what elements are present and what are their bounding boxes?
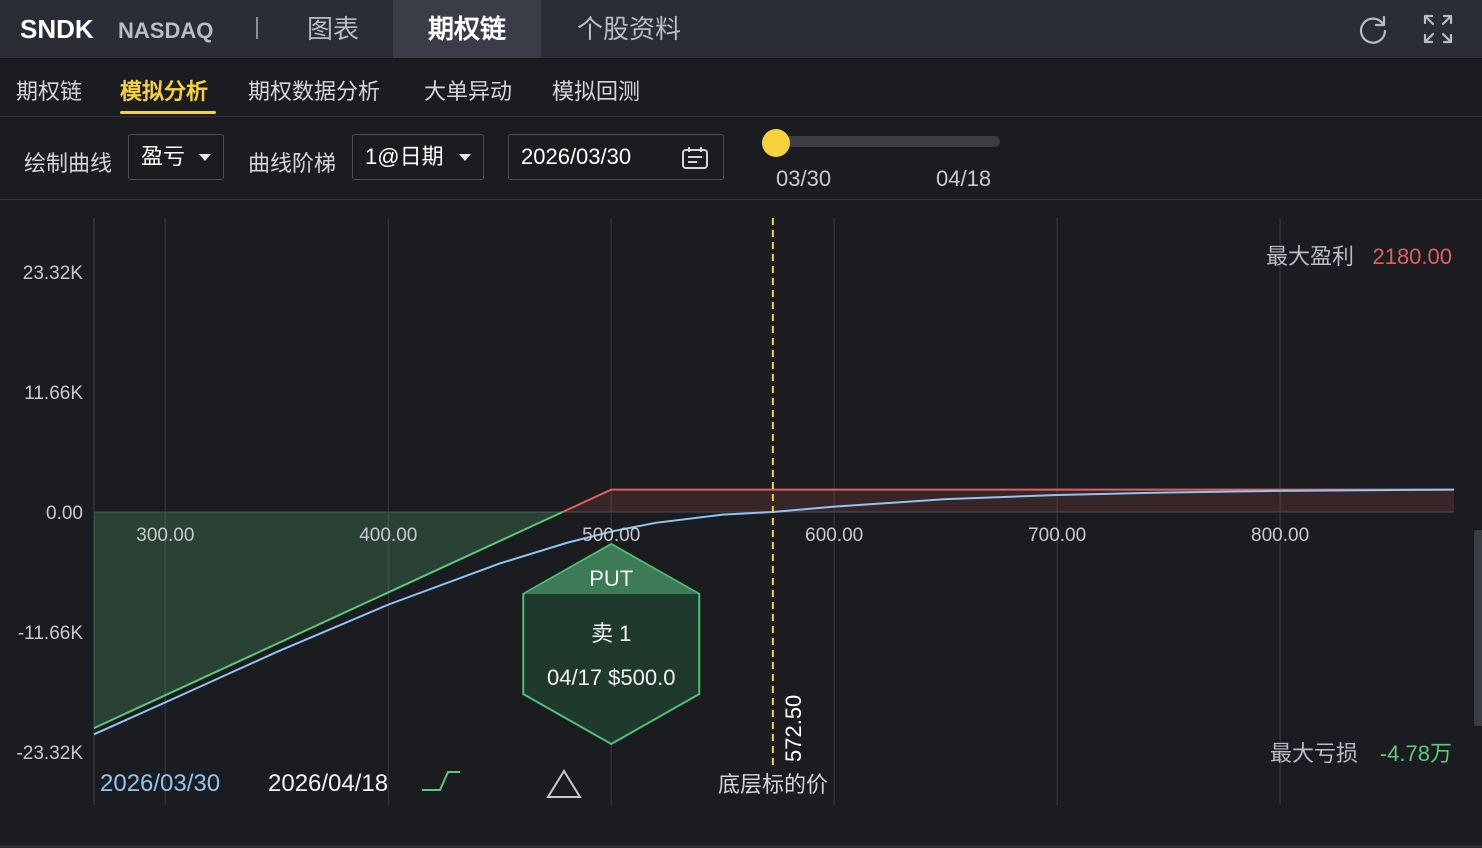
slider-end-label: 04/18	[936, 166, 992, 191]
y-tick-label: -11.66K	[18, 623, 83, 644]
tab-chart[interactable]: 图表	[278, 0, 388, 58]
controls-row: 绘制曲线 盈亏 曲线阶梯 1@日期 2026/03/30 03/30 04/18	[0, 117, 1482, 200]
curve-select[interactable]: 盈亏	[128, 134, 224, 180]
refresh-icon[interactable]	[1356, 12, 1390, 46]
max-profit-label: 最大盈利	[1266, 244, 1354, 269]
y-tick-label: 11.66K	[24, 383, 83, 404]
payoff-chart[interactable]: 300.00 400.00 500.00 600.00 700.00 800.0023.3…	[0, 200, 1482, 845]
tab-option-chain[interactable]: 期权链	[393, 0, 541, 58]
date-picker[interactable]: 2026/03/30	[508, 134, 724, 180]
current-price-label: 572.50	[781, 695, 806, 762]
chevron-down-icon	[199, 154, 211, 161]
x-tick-label: 600.00	[805, 525, 863, 546]
max-loss-label: 最大亏损	[1270, 741, 1358, 766]
date-picker-value: 2026/03/30	[521, 144, 632, 169]
slider-start-label: 03/30	[776, 166, 832, 191]
put-marker-detail: 04/17 $500.0	[547, 665, 675, 690]
step-label: 曲线阶梯	[248, 151, 337, 176]
curve-label: 绘制曲线	[24, 151, 113, 176]
exchange-name: NASDAQ	[118, 18, 214, 43]
put-marker-action: 卖 1	[591, 621, 631, 646]
chevron-down-icon	[459, 154, 471, 161]
subtab-option-chain[interactable]: 期权链	[16, 74, 82, 106]
subtab-simulation[interactable]: 模拟分析	[120, 74, 208, 106]
max-profit-value: 2180.00	[1372, 244, 1452, 269]
y-tick-label: 0.00	[46, 503, 83, 524]
x-tick-label: 700.00	[1028, 525, 1086, 546]
subtab-block-trades[interactable]: 大单异动	[424, 74, 512, 106]
date-slider-track[interactable]	[776, 136, 1000, 147]
expand-icon[interactable]	[1421, 12, 1455, 46]
calendar-icon[interactable]	[681, 146, 709, 170]
x-tick-label: 800.00	[1251, 525, 1309, 546]
profit-area	[562, 489, 1454, 512]
triangle-icon[interactable]	[546, 769, 582, 798]
step-select[interactable]: 1@日期	[352, 134, 484, 180]
x-axis-title: 底层标的价	[718, 772, 828, 797]
active-tab-indicator	[120, 111, 216, 114]
panel-resize-handle[interactable]	[1474, 530, 1482, 726]
sub-navigation: 期权链 模拟分析 期权数据分析 大单异动 模拟回测	[0, 58, 1482, 117]
put-position-marker[interactable]: PUT 卖 1 04/17 $500.0	[522, 542, 701, 746]
legend-expiry-swatch	[422, 771, 460, 791]
x-tick-label: 400.00	[359, 525, 417, 546]
loss-area-extended	[94, 512, 563, 802]
max-loss-value: -4.78万	[1380, 741, 1452, 766]
y-tick-label: -23.32K	[16, 743, 83, 764]
x-tick-label: 300.00	[136, 525, 194, 546]
curve-select-value: 盈亏	[141, 144, 186, 169]
legend-series-expiry[interactable]: 2026/04/18	[268, 770, 388, 797]
legend-series-current[interactable]: 2026/03/30	[100, 770, 220, 797]
put-marker-type: PUT	[589, 566, 633, 591]
divider	[256, 17, 258, 39]
step-select-value: 1@日期	[365, 144, 444, 169]
ticker-symbol: SNDK	[20, 14, 94, 44]
top-bar: SNDK NASDAQ 图表 期权链 个股资料	[0, 0, 1482, 59]
tab-stock-profile[interactable]: 个股资料	[560, 0, 698, 58]
subtab-option-analytics[interactable]: 期权数据分析	[248, 74, 380, 106]
y-tick-label: 23.32K	[23, 263, 84, 284]
subtab-backtest[interactable]: 模拟回测	[552, 74, 640, 106]
date-slider-handle[interactable]	[762, 129, 790, 157]
